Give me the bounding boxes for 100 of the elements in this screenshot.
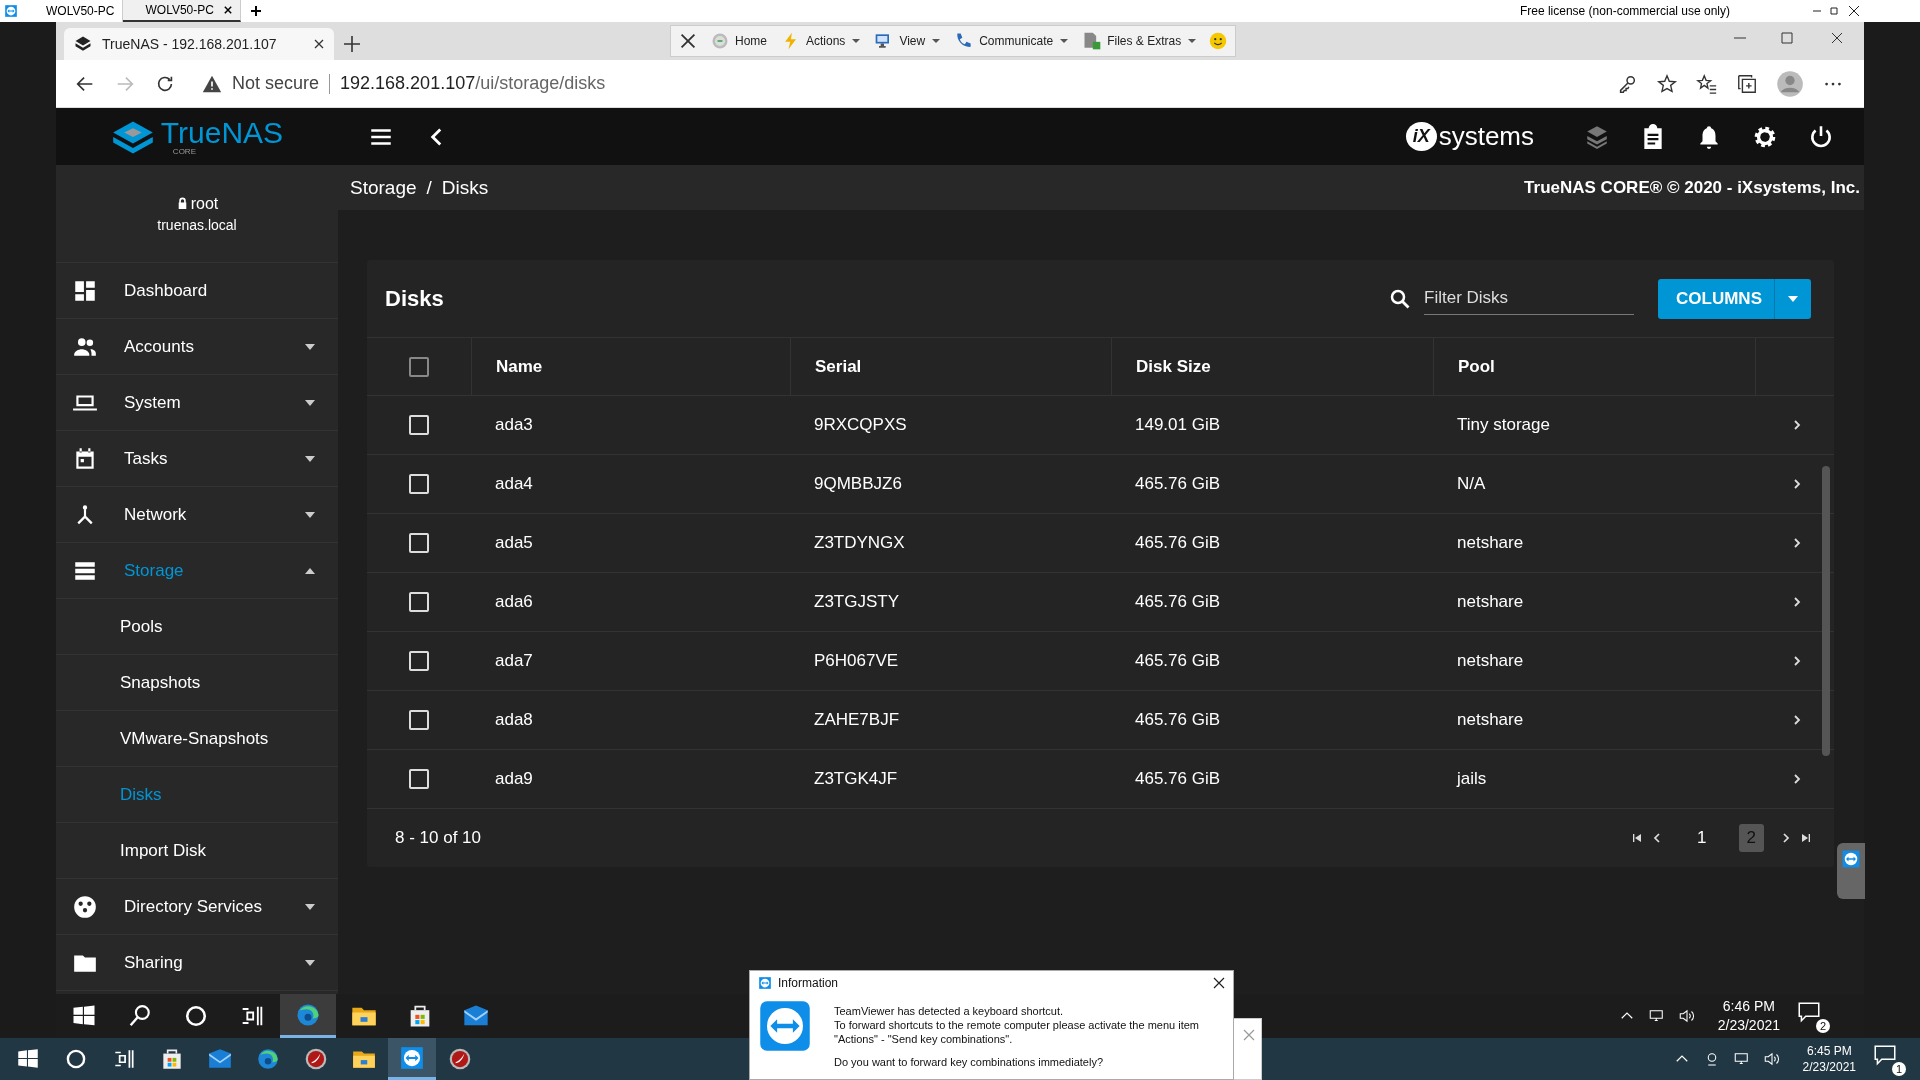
chevron-right-icon[interactable] [1791, 419, 1803, 431]
table-cell: P6H067VE [814, 651, 899, 671]
table-cell: 9QMBBJZ6 [814, 474, 902, 494]
table-cell: 9RXCQPXS [814, 415, 907, 435]
filter-field[interactable]: Filter Disks [1424, 282, 1635, 315]
bird-logo-icon [447, 1046, 473, 1072]
column-header[interactable]: Name [496, 356, 543, 377]
clock[interactable]: 6:45 PM 2/23/2021 [1802, 1042, 1856, 1076]
column-header[interactable]: Serial [815, 356, 862, 377]
plus-icon[interactable] [250, 6, 261, 16]
sidebar-item[interactable]: Tasks [56, 431, 338, 487]
brand-text: systems [1438, 121, 1534, 152]
page-range: 8 - 10 of 10 [395, 828, 481, 848]
table-cell: Z3TDYNGX [814, 533, 905, 553]
sidebar-item[interactable]: System [56, 375, 338, 431]
username: root [175, 194, 219, 213]
sidebar-item[interactable]: Sharing [56, 935, 338, 991]
column-header[interactable]: Pool [1458, 356, 1495, 377]
chevron-right-icon[interactable] [1791, 596, 1803, 608]
logo-subtitle: CORE [172, 147, 196, 156]
card-title: Disks [385, 285, 444, 312]
row-checkbox[interactable] [409, 592, 429, 612]
bird-logo-icon [303, 1046, 329, 1072]
teamviewer-icon [1841, 849, 1861, 869]
close-icon[interactable] [314, 39, 324, 49]
file-icon [1082, 31, 1103, 51]
side-tab[interactable] [1837, 843, 1865, 899]
stack-icon[interactable] [1584, 123, 1610, 150]
table-cell: 149.01 GiB [1135, 415, 1221, 435]
dialog-title: Information [778, 976, 839, 990]
table-cell: Z3TGJSTY [814, 592, 899, 612]
breadcrumb-link[interactable]: Storage [350, 176, 417, 199]
volume-icon[interactable] [1762, 1050, 1781, 1068]
chevron-right-icon[interactable] [1791, 655, 1803, 667]
chevron-right-icon[interactable] [1791, 537, 1803, 549]
sidebar-item[interactable]: Storage [56, 543, 338, 599]
table-cell: ada6 [495, 592, 533, 612]
row-checkbox[interactable] [409, 415, 429, 435]
table-cell: netshare [1457, 533, 1524, 553]
chevron-right-icon[interactable] [1791, 478, 1803, 490]
close-icon[interactable] [1213, 977, 1225, 989]
row-checkbox[interactable] [409, 474, 429, 494]
copyright-text: TrueNAS CORE® © 2020 - iXsystems, Inc. [1524, 177, 1860, 198]
avatar-icon[interactable] [1776, 69, 1804, 98]
table-cell: ada8 [495, 710, 533, 730]
table-cell: ada3 [495, 415, 533, 435]
sidebar-item[interactable]: Dashboard [56, 263, 338, 319]
toolbar-button[interactable]: View [871, 31, 944, 51]
directory-icon [72, 893, 98, 920]
sidebar-item[interactable]: Accounts [56, 319, 338, 375]
table-cell: jails [1457, 769, 1487, 789]
column-header[interactable]: Disk Size [1136, 356, 1211, 377]
table-cell: netshare [1457, 592, 1524, 612]
table-cell: ada7 [495, 651, 533, 671]
row-checkbox[interactable] [409, 533, 429, 553]
table-cell: Z3TGK4JF [814, 769, 898, 789]
close-icon[interactable] [223, 6, 232, 14]
toolbar-button[interactable]: Home [707, 31, 770, 51]
table-cell: 465.76 GiB [1135, 592, 1221, 612]
toolbar-button[interactable]: Files & Extras [1079, 31, 1200, 51]
row-checkbox[interactable] [409, 710, 429, 730]
logo-text: TrueNAS [160, 117, 284, 148]
teamviewer-icon [758, 976, 772, 990]
notifications-button[interactable]: 2 [1796, 999, 1830, 1033]
browser-tab[interactable]: TrueNAS - 192.168.201.107 [64, 28, 334, 60]
table-cell: 465.76 GiB [1135, 651, 1221, 671]
scrollbar[interactable] [1822, 466, 1830, 756]
chevron-right-icon[interactable] [1791, 773, 1803, 785]
star-icon[interactable] [1656, 72, 1678, 95]
session-tab[interactable]: WOLV50-PC [123, 0, 241, 22]
table-cell: netshare [1457, 710, 1524, 730]
table-cell: Tiny storage [1457, 415, 1550, 435]
volume-icon[interactable] [1677, 1007, 1696, 1025]
caret-icon [1787, 294, 1799, 303]
table-cell: 465.76 GiB [1135, 474, 1221, 494]
row-checkbox[interactable] [409, 651, 429, 671]
row-checkbox[interactable] [409, 769, 429, 789]
license-label: Free license (non-commercial use only) [1519, 4, 1730, 18]
count-badge: 1 [1892, 1062, 1906, 1076]
favorites-icon[interactable] [1696, 72, 1718, 95]
window-controls-icon[interactable] [1734, 32, 1844, 44]
toolbar-button[interactable]: Communicate [951, 31, 1072, 51]
table-cell: ada5 [495, 533, 533, 553]
breadcrumb-separator: / [426, 176, 432, 199]
sidebar-item[interactable]: Directory Services [56, 879, 338, 935]
table-cell: netshare [1457, 651, 1524, 671]
page-button[interactable]: 1 [1689, 824, 1715, 852]
teamviewer-icon [758, 999, 812, 1053]
power-icon[interactable] [1808, 123, 1834, 150]
taskbar-button[interactable] [388, 1038, 436, 1080]
select-all-checkbox[interactable] [409, 356, 429, 377]
dialog-message: TeamViewer has detected a keyboard shortcut. To forward shortcuts to the remote computer please activate the menu item "Actions" - "Send key combinations". [834, 1005, 1199, 1047]
count-badge: 2 [1816, 1019, 1830, 1033]
notifications-button[interactable]: 1 [1872, 1042, 1906, 1076]
chevron-right-icon[interactable] [1791, 714, 1803, 726]
arrows-icon [399, 1044, 425, 1071]
clock[interactable]: 6:46 PM 2/23/2021 [1717, 997, 1780, 1035]
collections-icon[interactable] [1736, 72, 1758, 95]
toolbar-button[interactable]: Actions [778, 31, 864, 51]
table-cell: 465.76 GiB [1135, 533, 1221, 553]
